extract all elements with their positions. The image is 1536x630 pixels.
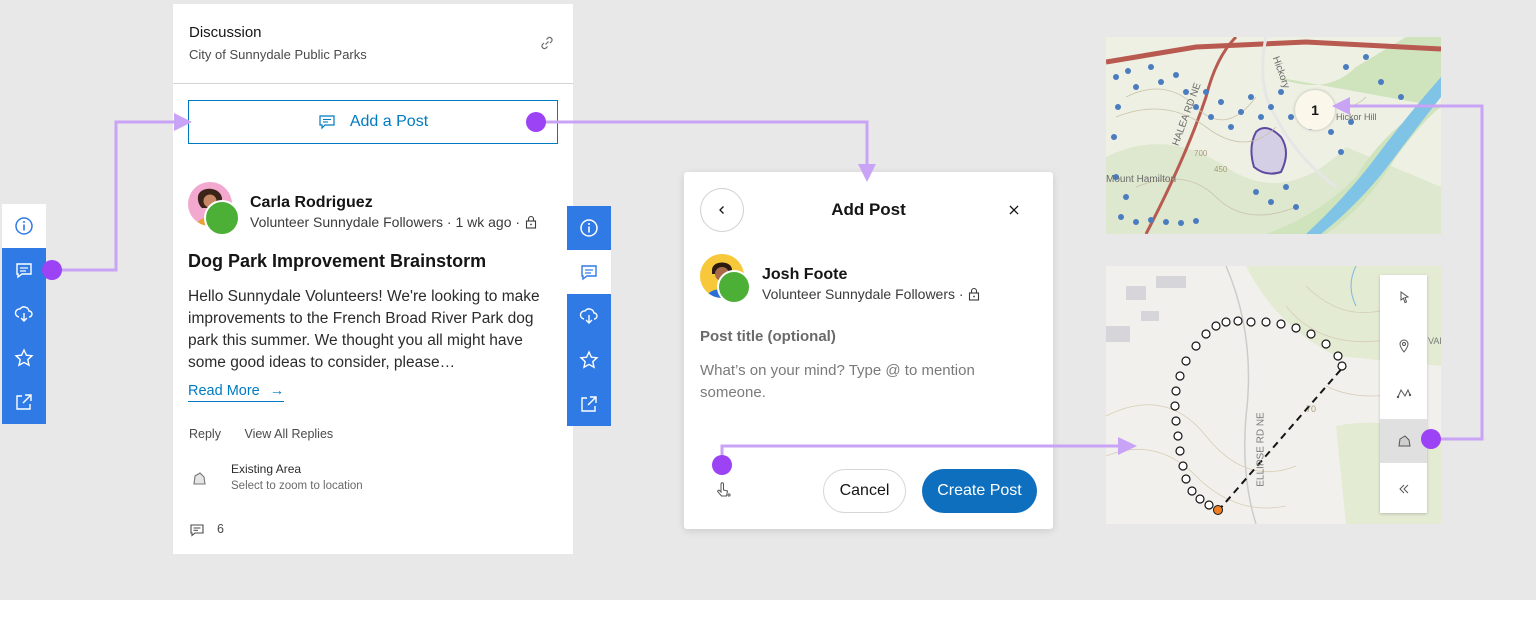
select-tool-button[interactable]	[1380, 275, 1427, 319]
post-body: Hello Sunnydale Volunteers! We're lookin…	[188, 288, 540, 371]
attachment-title[interactable]: Existing Area	[231, 462, 301, 476]
elevation-label: 70	[1306, 404, 1317, 414]
post-meta-text: Volunteer Sunnydale Followers · 1 wk ago…	[250, 214, 521, 230]
read-more-link[interactable]: Read More →	[188, 383, 285, 402]
add-post-button[interactable]: Add a Post	[188, 100, 558, 144]
dialog-author-meta: Volunteer Sunnydale Followers ·	[762, 286, 981, 302]
panel-subtitle: City of Sunnydale Public Parks	[189, 47, 367, 62]
road-label: VAL	[1428, 336, 1441, 346]
add-comment-icon	[319, 115, 335, 130]
polygon-icon[interactable]	[190, 470, 208, 488]
info-icon	[15, 217, 33, 235]
info-button[interactable]	[567, 206, 611, 250]
favorite-button[interactable]	[2, 336, 46, 380]
chat-icon	[581, 265, 597, 281]
info-icon	[580, 219, 598, 237]
chat-button[interactable]	[567, 250, 611, 294]
panel-title: Discussion	[189, 24, 262, 41]
group-badge	[717, 270, 751, 304]
collapse-button[interactable]	[1380, 467, 1427, 511]
elevation-label: 700	[1194, 149, 1208, 158]
post-title-input[interactable]: Post title (optional)	[700, 328, 836, 345]
share-icon	[581, 396, 597, 412]
share-icon	[16, 394, 32, 410]
road-label: ELLIPSE RD NE	[1255, 412, 1267, 487]
dialog-title: Add Post	[831, 200, 906, 219]
download-icon	[14, 306, 33, 322]
share-button[interactable]	[2, 380, 46, 424]
arrow-right-icon: →	[269, 383, 285, 399]
post-author-name[interactable]: Carla Rodriguez	[250, 194, 373, 212]
download-button[interactable]	[2, 292, 46, 336]
action-bar-left	[2, 204, 46, 424]
draw-tool-panel	[1380, 275, 1427, 513]
cluster-badge[interactable]: 1	[1295, 90, 1335, 130]
comment-count: 6	[217, 522, 224, 536]
place-label: Mount Hamilton	[1106, 174, 1177, 185]
dialog-author-name: Josh Foote	[762, 266, 848, 283]
reply-link[interactable]: Reply	[189, 427, 221, 441]
collapse-icon	[1398, 484, 1408, 494]
post-author-meta: Volunteer Sunnydale Followers · 1 wk ago…	[250, 214, 538, 230]
read-more-label: Read More	[188, 383, 260, 399]
lock-icon	[525, 215, 536, 229]
post-title[interactable]: Dog Park Improvement Brainstorm	[188, 251, 486, 272]
elevation-label: 450	[1214, 165, 1228, 174]
discussion-panel: Discussion City of Sunnydale Public Park…	[173, 4, 573, 554]
link-icon[interactable]	[538, 34, 556, 52]
download-icon	[579, 308, 598, 324]
polygon-icon	[1397, 435, 1411, 447]
close-icon[interactable]	[1006, 202, 1022, 218]
point-tool-button[interactable]	[1380, 323, 1427, 367]
group-badge	[204, 200, 240, 236]
reply-row: Reply View All Replies	[189, 427, 353, 441]
favorite-button[interactable]	[567, 338, 611, 382]
dialog-meta-text: Volunteer Sunnydale Followers ·	[762, 286, 964, 302]
share-button[interactable]	[567, 382, 611, 426]
info-button[interactable]	[2, 204, 46, 248]
comment-icon	[190, 524, 204, 537]
chat-button[interactable]	[2, 248, 46, 292]
map-top[interactable]: HALEA RD NE Hickory Hickor Hill Mount Ha…	[1106, 37, 1441, 234]
post-body-input[interactable]: What’s on your mind? Type @ to mention s…	[700, 360, 1020, 404]
polygon-tool-button[interactable]	[1380, 419, 1427, 463]
polyline-tool-button[interactable]	[1380, 371, 1427, 415]
view-all-replies-link[interactable]: View All Replies	[244, 427, 333, 441]
add-location-icon[interactable]	[715, 481, 733, 499]
cancel-button[interactable]: Cancel	[823, 469, 906, 513]
pointer-icon	[1400, 291, 1409, 304]
attachment-subtitle: Select to zoom to location	[231, 480, 363, 492]
lock-icon	[969, 287, 980, 301]
star-icon	[14, 348, 34, 367]
add-post-label: Add a Post	[349, 113, 429, 130]
place-label: Hickor Hill	[1336, 112, 1377, 122]
header-divider	[173, 83, 573, 84]
pin-icon	[1398, 339, 1409, 353]
add-post-dialog: Add Post Josh Foote Volunteer Sunnydale …	[684, 172, 1053, 529]
create-post-button[interactable]: Create Post	[922, 469, 1037, 513]
action-bar-right	[567, 206, 611, 426]
star-icon	[579, 350, 599, 369]
download-button[interactable]	[567, 294, 611, 338]
polyline-icon	[1396, 388, 1411, 399]
chat-icon	[16, 263, 32, 279]
